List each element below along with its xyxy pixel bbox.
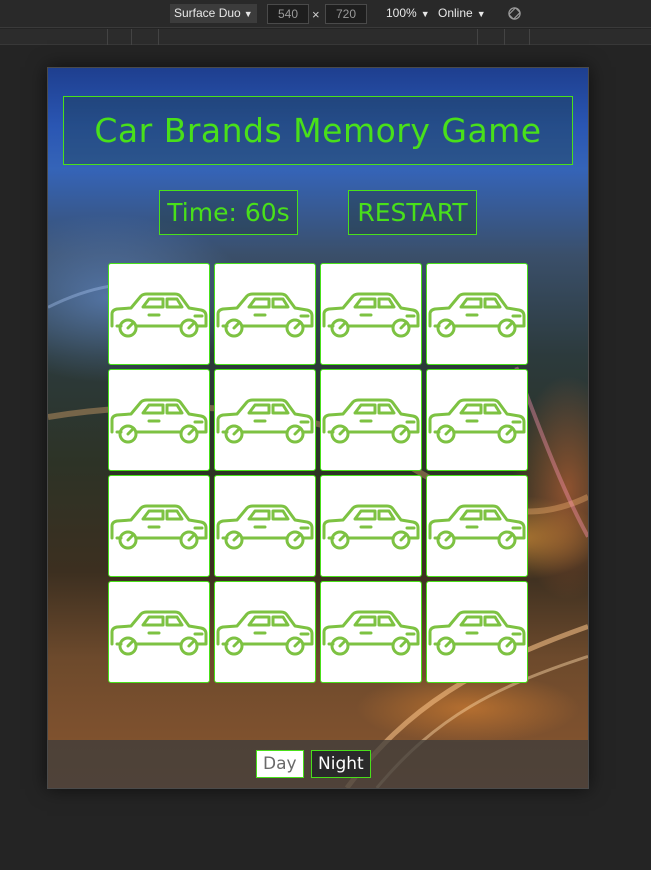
game-title-banner: Car Brands Memory Game	[63, 96, 573, 165]
restart-button[interactable]: RESTART	[348, 190, 477, 235]
memory-card[interactable]	[426, 369, 528, 471]
night-theme-button[interactable]: Night	[311, 750, 371, 778]
game-title: Car Brands Memory Game	[94, 111, 542, 150]
timer-display: Time: 60s	[159, 190, 298, 235]
memory-card[interactable]	[214, 263, 316, 365]
memory-card[interactable]	[214, 475, 316, 577]
device-selector-label: Surface Duo	[174, 6, 241, 20]
car-icon	[322, 504, 420, 550]
car-icon	[428, 292, 526, 338]
height-input[interactable]: 720	[325, 4, 367, 24]
devtools-toolbar: Surface Duo ▼ 540 × 720 100% ▼ Online ▼	[0, 0, 651, 28]
car-icon	[110, 504, 208, 550]
device-selector[interactable]: Surface Duo ▼	[170, 4, 257, 23]
network-label: Online	[438, 6, 473, 20]
zoom-selector[interactable]: 100% ▼	[386, 6, 430, 20]
day-theme-button[interactable]: Day	[256, 750, 304, 778]
car-icon	[322, 292, 420, 338]
car-icon	[428, 610, 526, 656]
car-icon	[110, 610, 208, 656]
car-icon	[216, 610, 314, 656]
media-query-ruler	[0, 29, 651, 45]
car-icon	[216, 292, 314, 338]
chevron-down-icon: ▼	[476, 9, 486, 19]
memory-card[interactable]	[426, 475, 528, 577]
device-viewport: Car Brands Memory Game Time: 60s RESTART	[47, 67, 589, 789]
width-input[interactable]: 540	[267, 4, 309, 24]
car-icon	[110, 292, 208, 338]
rotate-icon[interactable]	[507, 6, 522, 21]
memory-card[interactable]	[320, 581, 422, 683]
memory-card[interactable]	[214, 369, 316, 471]
theme-footer: Day Night	[48, 740, 588, 788]
network-selector[interactable]: Online ▼	[438, 6, 486, 20]
memory-card[interactable]	[108, 475, 210, 577]
car-icon	[428, 398, 526, 444]
memory-card[interactable]	[426, 263, 528, 365]
chevron-down-icon: ▼	[420, 9, 430, 19]
memory-card[interactable]	[426, 581, 528, 683]
memory-card[interactable]	[320, 263, 422, 365]
car-icon	[322, 610, 420, 656]
memory-card[interactable]	[320, 475, 422, 577]
car-icon	[216, 504, 314, 550]
car-icon	[322, 398, 420, 444]
memory-card[interactable]	[108, 263, 210, 365]
memory-card[interactable]	[214, 581, 316, 683]
chevron-down-icon: ▼	[243, 9, 253, 19]
memory-card[interactable]	[320, 369, 422, 471]
car-icon	[216, 398, 314, 444]
memory-card[interactable]	[108, 581, 210, 683]
car-icon	[428, 504, 526, 550]
dimension-separator: ×	[312, 7, 320, 22]
zoom-label: 100%	[386, 6, 417, 20]
card-grid	[108, 263, 529, 684]
memory-card[interactable]	[108, 369, 210, 471]
car-icon	[110, 398, 208, 444]
